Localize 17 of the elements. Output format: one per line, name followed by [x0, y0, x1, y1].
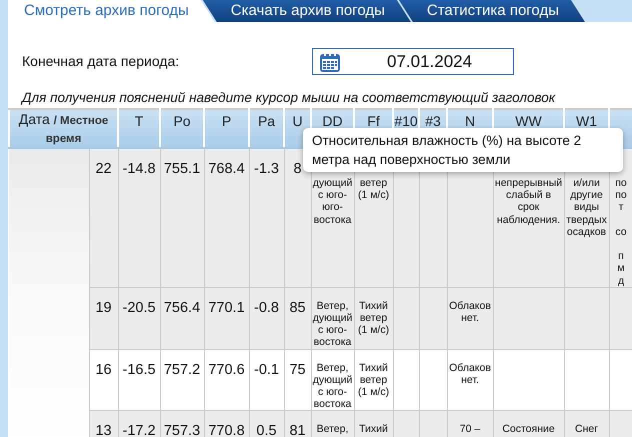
table-cell: -20.5	[118, 287, 160, 350]
table-cell: 768.4	[204, 148, 250, 288]
table-cell: Ветер, дующий с юго- востока	[311, 287, 354, 350]
table-cell: 755.1	[160, 148, 204, 288]
table-cell: 85	[284, 287, 312, 350]
date-label: Конечная дата периода:	[22, 52, 180, 71]
table-cell: -14.8	[118, 148, 160, 288]
table-cell: -0.8	[249, 287, 284, 350]
table-cell: -1.3	[249, 148, 284, 288]
table-cell: 22	[89, 148, 118, 288]
table-cell: 756.4	[160, 287, 204, 350]
hint-text: Для получения пояснений наведите курсор мыши на соответствующий заголовок	[20, 89, 556, 107]
tooltip: Относительная влажность (%) на высоте 2 метра над поверхностью земли	[303, 128, 623, 172]
table-cell: Тихий ветер (1 м/с)	[354, 287, 394, 350]
table-cell: 770.1	[204, 287, 250, 350]
table-cell: Облаков нет.	[447, 287, 494, 350]
table-cell: 19	[89, 287, 118, 350]
